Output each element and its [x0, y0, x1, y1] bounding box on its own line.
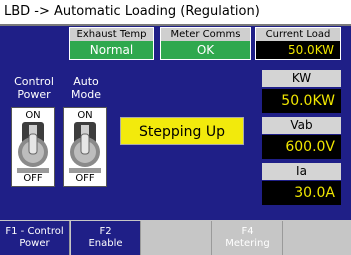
meter-comms-value: OK — [161, 41, 250, 59]
exhaust-temp-indicator: Exhaust Temp Normal — [69, 27, 154, 60]
control-power-off-label: OFF — [23, 173, 43, 184]
f2-key-line1: F2 — [99, 226, 112, 237]
status-banner: Stepping Up — [120, 117, 244, 145]
vab-label: Vab — [262, 117, 341, 134]
kw-label: KW — [262, 70, 341, 87]
toggle-switch-icon — [17, 122, 49, 173]
f2-key-line2: Enable — [88, 238, 123, 249]
auto-mode-on-label: ON — [77, 110, 93, 121]
f4-metering-key[interactable]: F4 Metering — [213, 221, 283, 255]
f5-key[interactable] — [284, 221, 351, 255]
ia-value: 30.0A — [262, 181, 341, 205]
exhaust-temp-value: Normal — [70, 41, 153, 59]
ia-label: Ia — [262, 163, 341, 180]
f1-control-power-key[interactable]: F1 - Control Power — [0, 221, 70, 255]
control-power-on-label: ON — [25, 110, 41, 121]
current-load-indicator: Current Load 50.0KW — [255, 27, 341, 60]
f2-enable-key[interactable]: F2 Enable — [71, 221, 141, 255]
hmi-screen: LBD -> Automatic Loading (Regulation) Ex… — [0, 0, 351, 255]
exhaust-temp-label: Exhaust Temp — [70, 28, 153, 41]
vab-value: 600.0V — [262, 135, 341, 159]
meter-comms-indicator: Meter Comms OK — [160, 27, 251, 60]
control-power-switch[interactable]: ON OFF — [11, 107, 55, 187]
current-load-label: Current Load — [256, 28, 340, 41]
auto-mode-header: Auto Mode — [62, 75, 110, 101]
meter-comms-label: Meter Comms — [161, 28, 250, 41]
auto-mode-switch[interactable]: ON OFF — [63, 107, 107, 187]
f4-key-line2: Metering — [225, 238, 270, 249]
control-power-header-line1: Control — [14, 75, 54, 88]
toggle-switch-icon — [69, 122, 101, 173]
control-power-header-line2: Power — [17, 88, 51, 101]
auto-mode-header-line2: Mode — [71, 88, 101, 101]
current-load-value: 50.0KW — [256, 41, 340, 59]
kw-value: 50.0KW — [262, 89, 341, 113]
control-power-header: Control Power — [8, 75, 60, 101]
f1-key-line1: F1 - Control — [5, 226, 64, 237]
screen-title: LBD -> Automatic Loading (Regulation) — [0, 0, 351, 26]
auto-mode-off-label: OFF — [75, 173, 95, 184]
f1-key-line2: Power — [19, 238, 50, 249]
f4-key-line1: F4 — [241, 226, 254, 237]
auto-mode-header-line1: Auto — [73, 75, 99, 88]
f3-key[interactable] — [142, 221, 212, 255]
